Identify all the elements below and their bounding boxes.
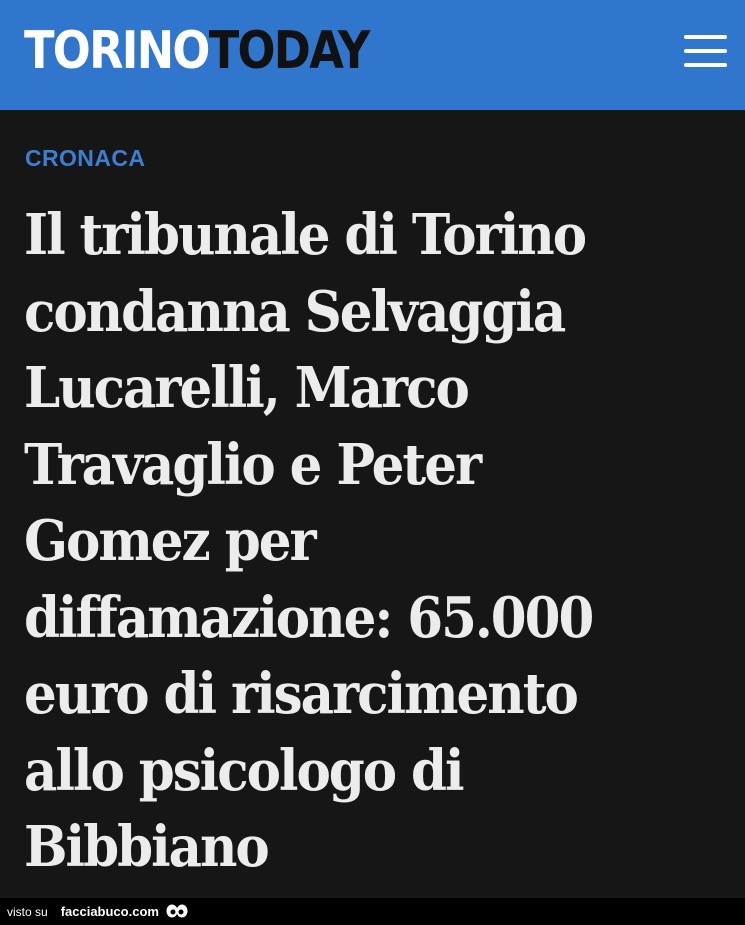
facciabuco-site-label: facciabuco.com [60,904,159,919]
site-logo[interactable]: TORINO TODAY [24,21,370,81]
headline-line: Gomez per [24,508,317,574]
article-category-link[interactable]: CRONACA [25,145,145,172]
eyes-icon [166,904,188,917]
headline-line: euro di risarcimento [24,661,579,727]
site-header: TORINO TODAY [0,0,745,110]
headline-line: diffamazione: 65.000 [24,584,594,651]
visto-su-label: visto su [7,904,48,919]
headline-line: Travaglio e Peter [24,431,482,498]
menu-bar-bottom [684,63,727,67]
page: TORINO TODAY CRONACA Il tribunale di Tori… [0,0,745,925]
menu-bar-middle [684,49,727,53]
hamburger-menu-icon[interactable] [684,35,727,67]
logo-today-text: TODAY [208,21,370,81]
headline-line: Il tribunale di Torino [24,202,587,268]
headline-line: condanna Selvaggia [24,278,566,345]
watermark-footer: visto su facciabuco.com [0,898,745,925]
article-headline: Il tribunale di Torino condanna Selvaggi… [24,197,724,886]
headline-line: allo psicologo di [24,737,465,804]
logo-torino-text: TORINO [24,21,210,81]
menu-bar-top [684,35,727,39]
headline-line: Lucarelli, Marco [24,355,470,421]
headline-line: Bibbiano [24,814,270,880]
